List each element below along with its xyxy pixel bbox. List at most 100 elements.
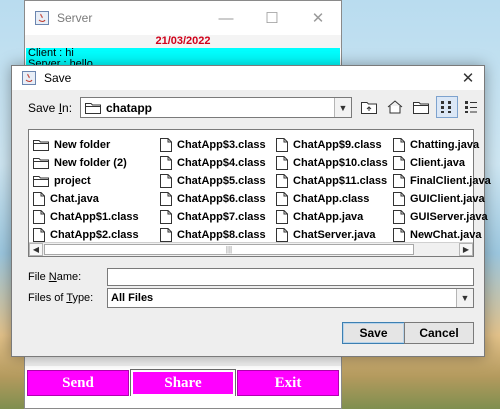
file-icon [393, 228, 405, 242]
file-list-item[interactable]: Client.java [393, 154, 491, 172]
file-list-item[interactable]: ChatApp$6.class [160, 190, 266, 208]
file-list-item[interactable]: GUIServer.java [393, 208, 491, 226]
chevron-down-icon[interactable]: ▼ [334, 98, 351, 117]
file-list-item[interactable]: ChatApp$9.class [276, 136, 388, 154]
file-list-item[interactable]: ChatApp$4.class [160, 154, 266, 172]
file-name: GUIClient.java [410, 193, 485, 205]
file-name: ChatApp.class [293, 193, 370, 205]
current-folder: chatapp [106, 100, 153, 115]
folder-icon [85, 102, 101, 114]
file-icon [276, 174, 288, 188]
folder-icon [33, 176, 49, 187]
file-list-item[interactable]: New folder (2) [33, 154, 139, 172]
details-view-icon [465, 101, 477, 113]
new-folder-icon [413, 101, 429, 114]
file-name: Client.java [410, 157, 466, 169]
file-icon [393, 192, 405, 206]
file-list-item[interactable]: ChatApp.java [276, 208, 388, 226]
dialog-titlebar[interactable]: Save [12, 66, 484, 90]
files-of-type-label: Files of Type: [28, 292, 94, 304]
dialog-close-button[interactable]: ✕ [458, 68, 478, 88]
file-name: project [54, 175, 91, 187]
file-list-item[interactable]: ChatApp$1.class [33, 208, 139, 226]
share-button[interactable]: Share [130, 369, 236, 397]
server-bottom-strip [25, 396, 341, 408]
file-name: ChatServer.java [293, 229, 376, 241]
file-name: ChatApp.java [293, 211, 364, 223]
file-list-item[interactable]: project [33, 172, 139, 190]
file-icon [160, 138, 172, 152]
save-in-combobox[interactable]: chatapp ▼ [80, 97, 352, 118]
file-icon [276, 210, 288, 224]
file-list-item[interactable]: ChatApp$10.class [276, 154, 388, 172]
file-icon [393, 210, 405, 224]
file-list-item[interactable]: GUIClient.java [393, 190, 491, 208]
file-list-item[interactable]: ChatApp$5.class [160, 172, 266, 190]
file-name-label: File Name: [28, 271, 82, 283]
file-icon [33, 228, 45, 242]
file-icon [276, 156, 288, 170]
file-name: ChatApp$3.class [177, 139, 266, 151]
file-name: New folder (2) [54, 157, 127, 169]
scrollbar-thumb[interactable]: ||| [44, 244, 414, 255]
folder-icon [33, 158, 49, 169]
java-app-icon [22, 71, 36, 85]
folder-icon [33, 140, 49, 151]
save-in-label: Save In: [28, 101, 73, 115]
home-button[interactable] [384, 96, 406, 118]
java-app-icon [35, 11, 49, 25]
file-list-item[interactable]: ChatApp$3.class [160, 136, 266, 154]
file-icon [276, 228, 288, 242]
list-view-button[interactable] [436, 96, 458, 118]
file-name: FinalClient.java [410, 175, 491, 187]
file-list-item[interactable]: New folder [33, 136, 139, 154]
file-name: ChatApp$4.class [177, 157, 266, 169]
home-icon [387, 100, 403, 114]
file-list-item[interactable]: ChatApp$11.class [276, 172, 388, 190]
date-label: 21/03/2022 [25, 35, 341, 48]
list-view-icon [441, 101, 451, 113]
file-icon [276, 138, 288, 152]
maximize-button[interactable]: ☐ [249, 1, 295, 35]
cancel-button[interactable]: Cancel [404, 322, 474, 344]
file-name: Chat.java [50, 193, 99, 205]
file-list-item[interactable]: Chat.java [33, 190, 139, 208]
file-name: ChatApp$10.class [293, 157, 388, 169]
scroll-right-arrow[interactable]: ▶ [459, 243, 473, 256]
details-view-button[interactable] [460, 96, 482, 118]
file-name: ChatApp$1.class [50, 211, 139, 223]
file-column-3: ChatApp$9.class ChatApp$10.class ChatApp$1… [276, 136, 388, 244]
file-name: ChatApp$8.class [177, 229, 266, 241]
file-name: ChatApp$7.class [177, 211, 266, 223]
dialog-title: Save [44, 71, 72, 85]
save-button[interactable]: Save [342, 322, 405, 344]
scroll-left-arrow[interactable]: ◀ [29, 243, 43, 256]
file-list-item[interactable]: ChatApp$7.class [160, 208, 266, 226]
chevron-down-icon[interactable]: ▼ [456, 289, 473, 307]
file-icon [160, 174, 172, 188]
file-list[interactable]: New folder New folder (2) project Chat.java… [28, 129, 491, 257]
new-folder-button[interactable] [410, 96, 432, 118]
horizontal-scrollbar[interactable]: ◀ ||| ▶ [29, 242, 473, 256]
files-of-type-combobox[interactable]: All Files ▼ [107, 288, 474, 308]
close-button[interactable]: ✕ [295, 1, 341, 35]
file-list-item[interactable]: Chatting.java [393, 136, 491, 154]
file-column-4: Chatting.java Client.java FinalClient.java… [393, 136, 491, 244]
file-icon [160, 210, 172, 224]
dialog-content: Save In: chatapp ▼ New folder New folder… [12, 90, 491, 356]
file-name: ChatApp$9.class [293, 139, 382, 151]
file-icon [160, 228, 172, 242]
file-column-1: New folder New folder (2) project Chat.java… [33, 136, 139, 244]
action-button-row: Send Share Exit [25, 369, 341, 397]
file-name-input[interactable] [107, 268, 474, 286]
minimize-button[interactable]: — [203, 1, 249, 35]
exit-button[interactable]: Exit [237, 370, 339, 396]
file-icon [393, 174, 405, 188]
up-one-level-button[interactable] [358, 96, 380, 118]
file-name: GUIServer.java [410, 211, 488, 223]
file-list-item[interactable]: FinalClient.java [393, 172, 491, 190]
send-button[interactable]: Send [27, 370, 129, 396]
file-list-item[interactable]: ChatApp.class [276, 190, 388, 208]
file-name: Chatting.java [410, 139, 480, 151]
file-icon [393, 156, 405, 170]
